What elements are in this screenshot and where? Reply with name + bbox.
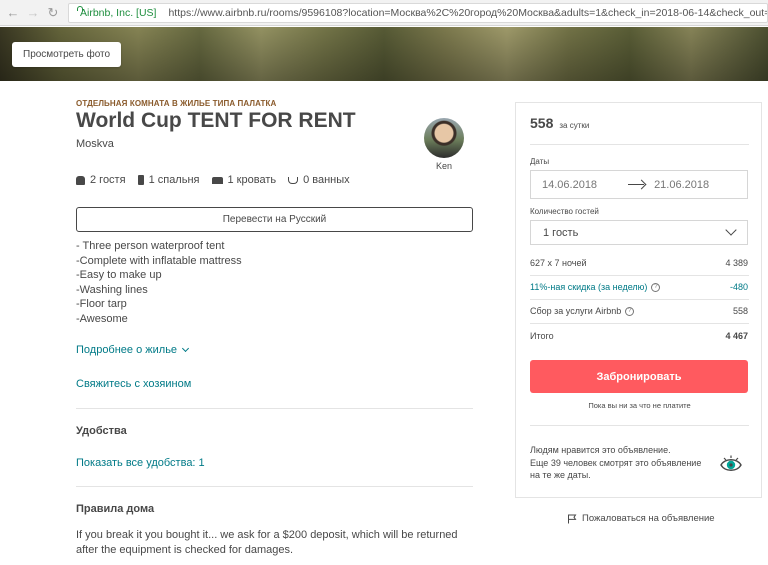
price-line-nights: 627 x 7 ночей 4 389 (530, 258, 748, 268)
browser-nav: ← → ↻ (0, 5, 60, 20)
notice-line: Еще 39 человек смотрят это объявление на… (530, 457, 702, 481)
guests-label: Количество гостей (530, 207, 599, 216)
translate-button[interactable]: Перевести на Русский (76, 207, 473, 232)
eye-icon (720, 455, 742, 471)
bath-icon (288, 176, 299, 184)
room-type: ОТДЕЛЬНАЯ КОМНАТА В ЖИЛЬЕ ТИПА ПАЛАТКА (76, 99, 277, 108)
secure-label: Airbnb, Inc. [US] (80, 6, 157, 19)
house-rules-heading: Правила дома (76, 503, 155, 515)
listing-description: - Three person waterproof tent -Complete… (76, 239, 242, 327)
price-period: за сутки (559, 121, 590, 130)
notice-line: Людям нравится это объявление. (530, 445, 671, 455)
feature-beds-label: 1 кровать (227, 174, 277, 186)
guests-select-value[interactable]: 1 гость (543, 227, 578, 239)
section-divider (76, 486, 473, 487)
price-value: 558 (530, 115, 554, 131)
description-line: -Awesome (76, 312, 128, 325)
arrow-right-icon (628, 180, 646, 190)
dates-label: Даты (530, 157, 550, 166)
host-avatar[interactable] (424, 118, 464, 158)
description-line: -Floor tarp (76, 298, 127, 311)
bed-icon (211, 176, 223, 184)
description-line: -Complete with inflatable mattress (76, 254, 242, 267)
question-icon[interactable]: ? (625, 307, 635, 317)
host-name[interactable]: Ken (424, 161, 464, 171)
report-label[interactable]: Пожаловаться на объявление (582, 513, 715, 524)
book-button[interactable]: Забронировать (530, 360, 748, 393)
show-amenities-link[interactable]: Показать все удобства: 1 (76, 457, 205, 469)
popularity-notice: Людям нравится это объявление. Еще 39 че… (530, 444, 710, 482)
fee-label-wrap: Сбор за услуги Airbnb? (530, 306, 635, 317)
no-charge-note: Пока вы ни за что не платите (588, 401, 691, 410)
description-line: - Three person waterproof tent (76, 240, 225, 252)
listing-features: 2 гостя 1 спальня 1 кровать 0 ванных (76, 174, 362, 186)
price-line-value: 4 389 (725, 258, 748, 268)
feature-beds: 1 кровать (211, 174, 277, 186)
total-value: 4 467 (725, 331, 748, 341)
price-display: 558 за сутки (530, 115, 589, 131)
feature-bedrooms: 1 спальня (137, 174, 200, 186)
report-listing-link[interactable]: Пожаловаться на объявление (567, 513, 715, 524)
flag-icon (568, 514, 577, 523)
url-text[interactable]: https://www.airbnb.ru/rooms/9596108?loca… (168, 7, 767, 19)
description-line: -Easy to make up (76, 269, 162, 282)
panel-divider (530, 323, 749, 324)
chevron-down-icon (182, 344, 190, 352)
read-more-label[interactable]: Подробнее о жилье (76, 344, 177, 356)
feature-bedrooms-label: 1 спальня (148, 174, 200, 186)
check-out-date[interactable]: 21.06.2018 (654, 179, 709, 191)
price-line-total: Итого 4 467 (530, 331, 748, 341)
price-line-label: 627 x 7 ночей (530, 258, 587, 268)
read-more-link[interactable]: Подробнее о жилье (76, 344, 190, 356)
date-range-picker[interactable]: 14.06.2018 21.06.2018 (530, 170, 748, 199)
guests-icon (76, 175, 85, 185)
panel-divider (530, 425, 749, 426)
question-icon[interactable]: ? (651, 283, 661, 293)
view-photos-button[interactable]: Просмотреть фото (12, 42, 122, 67)
hero-photo[interactable]: Просмотреть фото (0, 27, 768, 81)
guests-select[interactable]: 1 гость (530, 220, 748, 245)
panel-divider (530, 275, 749, 276)
panel-divider (530, 144, 749, 145)
listing-title: World Cup TENT FOR RENT (76, 109, 356, 132)
chevron-down-icon (725, 223, 737, 236)
fee-value: 558 (732, 306, 748, 316)
feature-guests-label: 2 гостя (90, 174, 126, 186)
discount-value: -480 (729, 282, 748, 292)
total-label: Итого (530, 331, 554, 341)
price-line-discount: 11%-ная скидка (за неделю)? -480 (530, 282, 748, 293)
section-divider (76, 408, 473, 409)
house-rules-text: If you break it you bought it... we ask … (76, 529, 458, 556)
booking-panel: 558 за сутки Даты 14.06.2018 21.06.2018 … (515, 102, 762, 498)
check-in-date[interactable]: 14.06.2018 (542, 179, 597, 191)
price-line-fee: Сбор за услуги Airbnb? 558 (530, 306, 748, 317)
discount-label: 11%-ная скидка (за неделю) (530, 282, 648, 292)
discount-label-wrap: 11%-ная скидка (за неделю)? (530, 282, 661, 293)
feature-guests: 2 гостя (76, 174, 126, 186)
fee-label: Сбор за услуги Airbnb (530, 306, 622, 316)
host-block[interactable]: Ken (424, 118, 464, 171)
browser-toolbar: ← → ↻ Airbnb, Inc. [US] https://www.airb… (0, 0, 768, 26)
amenities-heading: Удобства (76, 425, 127, 437)
description-line: -Washing lines (76, 283, 148, 296)
reload-icon[interactable]: ↻ (46, 5, 60, 20)
bedroom-icon (137, 175, 144, 185)
listing-city[interactable]: Moskva (76, 138, 114, 150)
feature-baths: 0 ванных (288, 174, 350, 186)
panel-divider (530, 299, 749, 300)
contact-host-link[interactable]: Свяжитесь с хозяином (76, 378, 191, 390)
forward-icon[interactable]: → (26, 5, 40, 20)
back-icon[interactable]: ← (6, 5, 20, 20)
feature-baths-label: 0 ванных (303, 174, 350, 186)
address-bar[interactable]: Airbnb, Inc. [US] https://www.airbnb.ru/… (68, 2, 768, 23)
